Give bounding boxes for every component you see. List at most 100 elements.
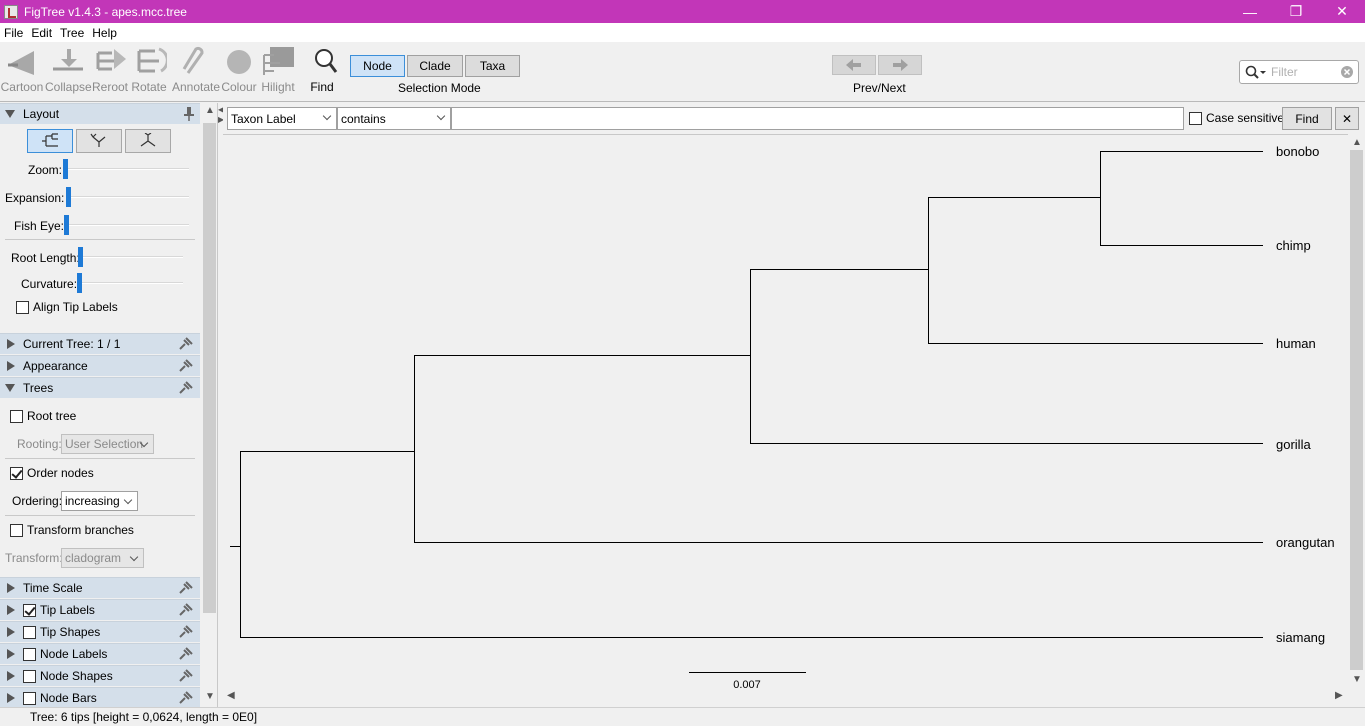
- tip-labels-checkbox[interactable]: [23, 603, 36, 617]
- next-button[interactable]: [878, 55, 922, 75]
- root-tree-checkbox[interactable]: [10, 409, 23, 423]
- fisheye-slider[interactable]: [64, 215, 69, 235]
- filter-field[interactable]: [1239, 60, 1359, 84]
- tip-shapes-checkbox[interactable]: [23, 625, 36, 639]
- case-sensitive-option[interactable]: Case sensitive: [1189, 111, 1284, 125]
- pin-icon[interactable]: [184, 107, 194, 121]
- node-bars-checkbox[interactable]: [23, 691, 36, 705]
- pin-icon[interactable]: [178, 359, 194, 373]
- scroll-left-icon[interactable]: ◀: [227, 690, 235, 701]
- pin-icon[interactable]: [178, 647, 194, 661]
- tip-label-bonobo[interactable]: bonobo: [1276, 144, 1319, 159]
- order-nodes-option[interactable]: Order nodes: [10, 466, 94, 480]
- reroot-button[interactable]: Reroot: [88, 45, 132, 94]
- pin-icon[interactable]: [178, 669, 194, 683]
- menu-edit[interactable]: Edit: [27, 26, 56, 40]
- branch-human-clade[interactable]: [928, 197, 1263, 344]
- scroll-up-icon[interactable]: ▲: [1352, 137, 1362, 148]
- time-scale-section-header[interactable]: Time Scale: [0, 577, 200, 598]
- branch-chimp-bonobo[interactable]: [1100, 151, 1263, 246]
- filter-input[interactable]: [1271, 65, 1335, 79]
- scroll-down-icon[interactable]: ▼: [205, 691, 215, 702]
- colour-button[interactable]: Colour: [217, 45, 261, 94]
- node-labels-checkbox[interactable]: [23, 647, 36, 661]
- node-shapes-checkbox[interactable]: [23, 669, 36, 683]
- node-mode-button[interactable]: Node: [350, 55, 405, 77]
- search-input[interactable]: [451, 107, 1184, 130]
- hilight-button[interactable]: Hilight: [256, 45, 300, 94]
- root-length-slider[interactable]: [78, 247, 83, 267]
- pin-icon[interactable]: [178, 691, 194, 705]
- scroll-up-icon[interactable]: ▲: [205, 105, 215, 116]
- tip-label-gorilla[interactable]: gorilla: [1276, 437, 1311, 452]
- tree-vertical-scrollbar[interactable]: ▲ ▼: [1348, 134, 1365, 688]
- tip-label-chimp[interactable]: chimp: [1276, 238, 1311, 253]
- case-sensitive-checkbox[interactable]: [1189, 111, 1202, 125]
- current-tree-section-header[interactable]: Current Tree: 1 / 1: [0, 333, 200, 354]
- close-window-button[interactable]: ✕: [1319, 0, 1365, 23]
- trees-section-header[interactable]: Trees: [0, 377, 200, 398]
- polar-tree-icon: [90, 133, 106, 147]
- node-shapes-section-header[interactable]: Node Shapes: [0, 665, 200, 686]
- scroll-down-icon[interactable]: ▼: [1352, 674, 1362, 685]
- taxa-mode-button[interactable]: Taxa: [465, 55, 520, 77]
- pin-icon[interactable]: [178, 625, 194, 639]
- transform-value: cladogram: [65, 551, 122, 565]
- cartoon-button[interactable]: Cartoon: [0, 45, 44, 94]
- collapse-button[interactable]: Collapse: [45, 45, 92, 94]
- pin-icon[interactable]: [178, 581, 194, 595]
- radial-layout-button[interactable]: [125, 129, 171, 153]
- panel-scroll-thumb[interactable]: [203, 123, 216, 613]
- scroll-right-icon[interactable]: ▶: [1335, 690, 1343, 701]
- pin-icon[interactable]: [178, 603, 194, 617]
- node-bars-section-header[interactable]: Node Bars: [0, 687, 200, 707]
- pin-icon[interactable]: [178, 337, 194, 351]
- tip-labels-section-header[interactable]: Tip Labels: [0, 599, 200, 620]
- close-search-button[interactable]: ✕: [1335, 107, 1359, 130]
- tree-horizontal-scrollbar[interactable]: ◀ ▶: [223, 688, 1348, 705]
- menu-file[interactable]: File: [0, 26, 27, 40]
- root-tree-option[interactable]: Root tree: [10, 409, 76, 423]
- panel-scrollbar[interactable]: ▲ ▼: [201, 103, 217, 707]
- tip-label-siamang[interactable]: siamang: [1276, 630, 1325, 645]
- find-button[interactable]: Find: [300, 45, 344, 94]
- minimize-button[interactable]: —: [1227, 0, 1273, 23]
- tip-label-human[interactable]: human: [1276, 336, 1316, 351]
- tip-labels-title: Tip Labels: [40, 603, 95, 617]
- appearance-section-header[interactable]: Appearance: [0, 355, 200, 376]
- branch-orangutan-clade[interactable]: [414, 355, 1263, 543]
- tree-vertical-thumb[interactable]: [1350, 150, 1363, 670]
- clade-mode-button[interactable]: Clade: [407, 55, 463, 77]
- prev-button[interactable]: [832, 55, 876, 75]
- pin-icon[interactable]: [178, 381, 194, 395]
- menu-tree[interactable]: Tree: [56, 26, 88, 40]
- window-title: FigTree v1.4.3 - apes.mcc.tree: [24, 4, 187, 19]
- ordering-select[interactable]: increasing: [61, 491, 138, 511]
- restore-button[interactable]: ❐: [1273, 0, 1319, 23]
- layout-section-header[interactable]: Layout: [0, 103, 200, 124]
- tree-canvas[interactable]: bonobo chimp human gorilla orangutan sia…: [223, 134, 1348, 689]
- order-nodes-checkbox[interactable]: [10, 466, 23, 480]
- align-tip-labels-checkbox[interactable]: [16, 300, 29, 314]
- search-field-value: Taxon Label: [231, 111, 296, 126]
- tip-shapes-section-header[interactable]: Tip Shapes: [0, 621, 200, 642]
- annotate-button[interactable]: Annotate: [172, 45, 220, 94]
- zoom-slider[interactable]: [63, 159, 68, 179]
- node-labels-section-header[interactable]: Node Labels: [0, 643, 200, 664]
- rectangular-layout-button[interactable]: [27, 129, 73, 153]
- transform-branches-option[interactable]: Transform branches: [10, 523, 134, 537]
- align-tip-labels-option[interactable]: Align Tip Labels: [16, 300, 118, 314]
- menu-help[interactable]: Help: [88, 26, 121, 40]
- expansion-slider[interactable]: [66, 187, 71, 207]
- branch-root[interactable]: [230, 451, 1263, 638]
- transform-branches-checkbox[interactable]: [10, 523, 23, 537]
- search-field-select[interactable]: Taxon Label: [227, 107, 337, 130]
- clear-filter-icon[interactable]: [1341, 66, 1353, 78]
- polar-layout-button[interactable]: [76, 129, 122, 153]
- tip-label-orangutan[interactable]: orangutan: [1276, 535, 1335, 550]
- branch-gorilla-clade[interactable]: [750, 269, 1263, 444]
- curvature-slider[interactable]: [77, 273, 82, 293]
- search-operator-select[interactable]: contains: [337, 107, 451, 130]
- rotate-button[interactable]: Rotate: [127, 45, 171, 94]
- find-search-button[interactable]: Find: [1282, 107, 1332, 130]
